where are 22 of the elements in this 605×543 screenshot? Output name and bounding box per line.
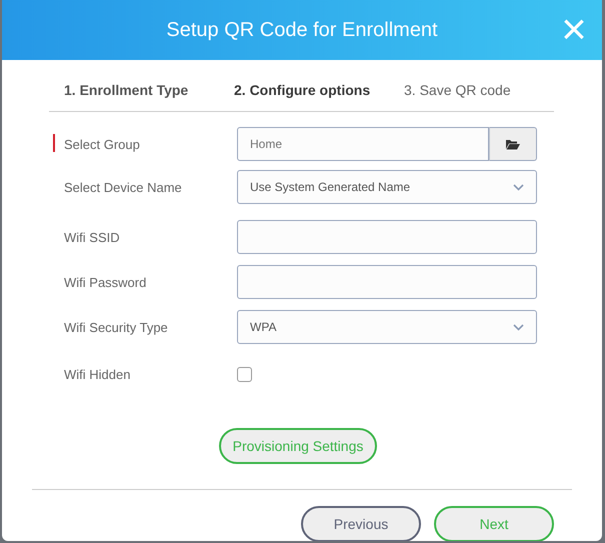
step-tab[interactable]: 2. Configure options <box>234 82 370 98</box>
input-field[interactable] <box>237 220 537 254</box>
step-tab[interactable]: 3. Save QR code <box>404 82 511 98</box>
chevron-down-icon <box>513 324 524 330</box>
field-label: Select Device Name <box>64 180 182 194</box>
browse-button[interactable] <box>489 127 537 161</box>
field-label: Wifi SSID <box>64 230 120 244</box>
field-label: Select Group <box>64 136 140 152</box>
group-field[interactable]: Home <box>237 127 489 161</box>
input-field[interactable] <box>237 265 537 299</box>
step-tab[interactable]: 1. Enrollment Type <box>64 82 188 98</box>
field-label: Wifi Password <box>64 274 146 290</box>
checkbox[interactable] <box>237 366 252 382</box>
field-label: Wifi Security Type <box>64 320 168 334</box>
dropdown[interactable]: Use System Generated Name <box>237 170 537 204</box>
dialog-title: Setup QR Code for Enrollment <box>166 18 438 42</box>
previous-button[interactable]: Previous <box>301 506 421 541</box>
required-marker <box>53 134 55 152</box>
field-label: Wifi Hidden <box>64 366 130 382</box>
folder-icon <box>506 138 520 150</box>
dropdown[interactable]: WPA <box>237 310 537 344</box>
chevron-down-icon <box>513 184 524 190</box>
